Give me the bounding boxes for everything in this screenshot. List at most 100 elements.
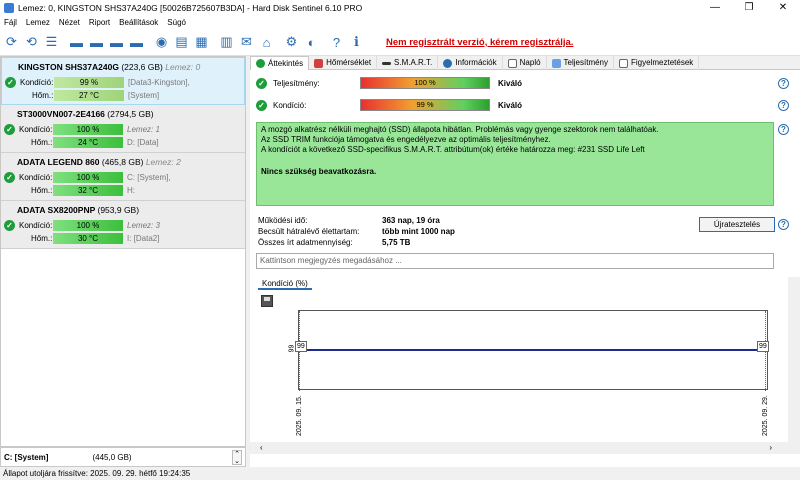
vertical-scrollbar[interactable] <box>788 277 800 454</box>
chart-plot-area: 99 99 <box>295 310 769 391</box>
disk-index: Lemez: 3 <box>127 221 160 230</box>
tab-condition-chart[interactable]: Kondíció (%) <box>258 277 312 290</box>
close-button[interactable]: ✕ <box>766 0 800 16</box>
disk-item[interactable]: KINGSTON SHS37A240G (223,6 GB) Lemez: 0 … <box>1 57 245 105</box>
temp-label: Hőm.: <box>31 186 53 195</box>
smart-icon <box>382 61 392 65</box>
disk-name: ADATA SX8200PNP <box>17 205 96 215</box>
disk-surface-icon[interactable]: ▬ <box>88 34 105 51</box>
help-icon[interactable]: ? <box>778 78 789 89</box>
chart-data-label: 99 <box>757 341 769 352</box>
help-icon[interactable]: ? <box>778 124 789 135</box>
disk-item[interactable]: ADATA SX8200PNP (953,9 GB) ✓ Kondíció: 1… <box>1 201 245 249</box>
performance-rating: Kiváló <box>498 78 523 88</box>
tab-alerts[interactable]: Figyelmeztetések <box>614 56 700 70</box>
info-line: Az SSD TRIM funkciója támogatva és enged… <box>261 135 551 144</box>
scroll-right-icon[interactable]: › <box>769 442 772 454</box>
status-description: A mozgó alkatrész nélküli meghajtó (SSD)… <box>256 122 774 206</box>
disk-list-icon[interactable]: ☰ <box>43 34 60 51</box>
condition-value: 100 % <box>53 220 123 231</box>
horizontal-scrollbar[interactable]: ‹ › <box>250 442 790 454</box>
settings-gear-icon[interactable]: ⚙ <box>283 34 300 51</box>
sound-icon[interactable]: ◐ <box>303 34 320 51</box>
written-data-value: 5,75 TB <box>382 238 411 247</box>
disk-test-icon[interactable]: ▬ <box>68 34 85 51</box>
globe-icon[interactable]: ◉ <box>153 34 170 51</box>
help-icon[interactable]: ? <box>778 219 789 230</box>
spin-updown-icon[interactable]: ⌃ ⌄ <box>232 450 242 465</box>
refresh-icon[interactable]: ⟳ <box>3 34 20 51</box>
condition-value: 99 % <box>54 77 124 88</box>
thermometer-icon <box>314 58 324 68</box>
menu-settings[interactable]: Beállítások <box>119 18 158 27</box>
status-bar: Állapot utoljára frissítve: 2025. 09. 29… <box>0 467 800 480</box>
tab-overview[interactable]: Áttekintés <box>250 56 310 70</box>
temp-label: Hőm.: <box>32 91 54 100</box>
tab-log[interactable]: Napló <box>503 56 547 70</box>
network-icon[interactable]: ⌂ <box>258 34 275 51</box>
minimize-button[interactable]: — <box>698 0 732 16</box>
scroll-left-icon[interactable]: ‹ <box>260 442 263 454</box>
disk-name: KINGSTON SHS37A240G <box>18 62 119 72</box>
disk-size: (953,9 GB) <box>97 205 140 215</box>
partition-label: I: [Data2] <box>127 234 160 243</box>
info-icon <box>443 58 453 68</box>
info-line: A mozgó alkatrész nélküli meghajtó (SSD)… <box>261 125 659 134</box>
temp-value: 30 °C <box>53 233 123 244</box>
chart-data-label: 99 <box>295 341 307 352</box>
temp-value: 32 °C <box>53 185 123 196</box>
menu-view[interactable]: Nézet <box>59 18 80 27</box>
disk-name: ST3000VN007-2E4166 <box>17 109 105 119</box>
condition-label: Kondíció: <box>20 78 54 87</box>
tab-info[interactable]: Információk <box>438 56 503 70</box>
temp-label: Hőm.: <box>31 234 53 243</box>
save-icon[interactable] <box>261 295 273 307</box>
condition-value: 100 % <box>53 172 123 183</box>
disk-index: Lemez: 2 <box>145 157 181 167</box>
condition-label: Kondíció: <box>19 221 53 230</box>
email-icon[interactable]: ✉ <box>238 34 255 51</box>
disk-item[interactable]: ADATA LEGEND 860 (465,8 GB) Lemez: 2 ✓ K… <box>1 153 245 201</box>
condition-row: ✓ Kondíció: 99 % Kiváló <box>256 98 522 112</box>
title-bar: Lemez: 0, KINGSTON SHS37A240G [50026B725… <box>0 0 800 16</box>
chart-x-tick: 2025. 09. 15. <box>296 395 303 436</box>
condition-label: Kondíció: <box>19 125 53 134</box>
hdd-icon[interactable]: ▦ <box>193 34 210 51</box>
maximize-button[interactable]: ❐ <box>732 0 766 16</box>
partition-label: D: [Data] <box>127 138 159 147</box>
check-icon <box>256 59 265 68</box>
temp-value: 27 °C <box>54 90 124 101</box>
refresh-disk-icon[interactable]: ⟲ <box>23 34 40 51</box>
drive-selector[interactable]: C: [System] (445,0 GB) ⌃ ⌄ <box>0 447 246 467</box>
tab-temperature[interactable]: Hőmérséklet <box>309 56 378 70</box>
menu-help[interactable]: Súgó <box>167 18 186 27</box>
registration-link[interactable]: Nem regisztrált verzió, kérem regisztrál… <box>386 37 573 48</box>
alert-doc-icon <box>619 58 629 68</box>
disk-search-icon[interactable]: ▬ <box>128 34 145 51</box>
tab-bar: Áttekintés Hőmérséklet S.M.A.R.T. Inform… <box>250 56 800 70</box>
report-icon[interactable]: ▥ <box>218 34 235 51</box>
info-recommendation: Nincs szükség beavatkozásra. <box>261 167 377 176</box>
window-title: Lemez: 0, KINGSTON SHS37A240G [50026B725… <box>18 3 363 13</box>
retest-button[interactable]: Újratesztelés <box>699 217 775 232</box>
condition-label: Kondíció: <box>19 173 53 182</box>
menu-report[interactable]: Riport <box>89 18 110 27</box>
remaining-life-row: Becsült hátralévő élettartam: több mint … <box>258 227 455 236</box>
info-icon[interactable]: ℹ <box>348 34 365 51</box>
drive-capacity: (445,0 GB) <box>92 452 132 462</box>
condition-bar: 99 % <box>360 99 490 111</box>
disk-list: KINGSTON SHS37A240G (223,6 GB) Lemez: 0 … <box>0 56 246 447</box>
comment-input[interactable]: Kattintson megjegyzés megadásához ... <box>256 253 774 269</box>
disk-check-icon[interactable]: ▬ <box>108 34 125 51</box>
chart-series-line <box>299 349 769 351</box>
menu-disk[interactable]: Lemez <box>26 18 50 27</box>
drives-icon[interactable]: ▤ <box>173 34 190 51</box>
drive-name: C: [System] <box>4 452 49 462</box>
help-icon[interactable]: ? <box>328 34 345 51</box>
tab-performance[interactable]: Teljesítmény <box>547 56 615 70</box>
tab-smart[interactable]: S.M.A.R.T. <box>377 56 439 70</box>
help-icon[interactable]: ? <box>778 100 789 111</box>
menu-file[interactable]: Fájl <box>4 18 17 27</box>
disk-item[interactable]: ST3000VN007-2E4166 (2794,5 GB) ✓ Kondíci… <box>1 105 245 153</box>
performance-bar: 100 % <box>360 77 490 89</box>
